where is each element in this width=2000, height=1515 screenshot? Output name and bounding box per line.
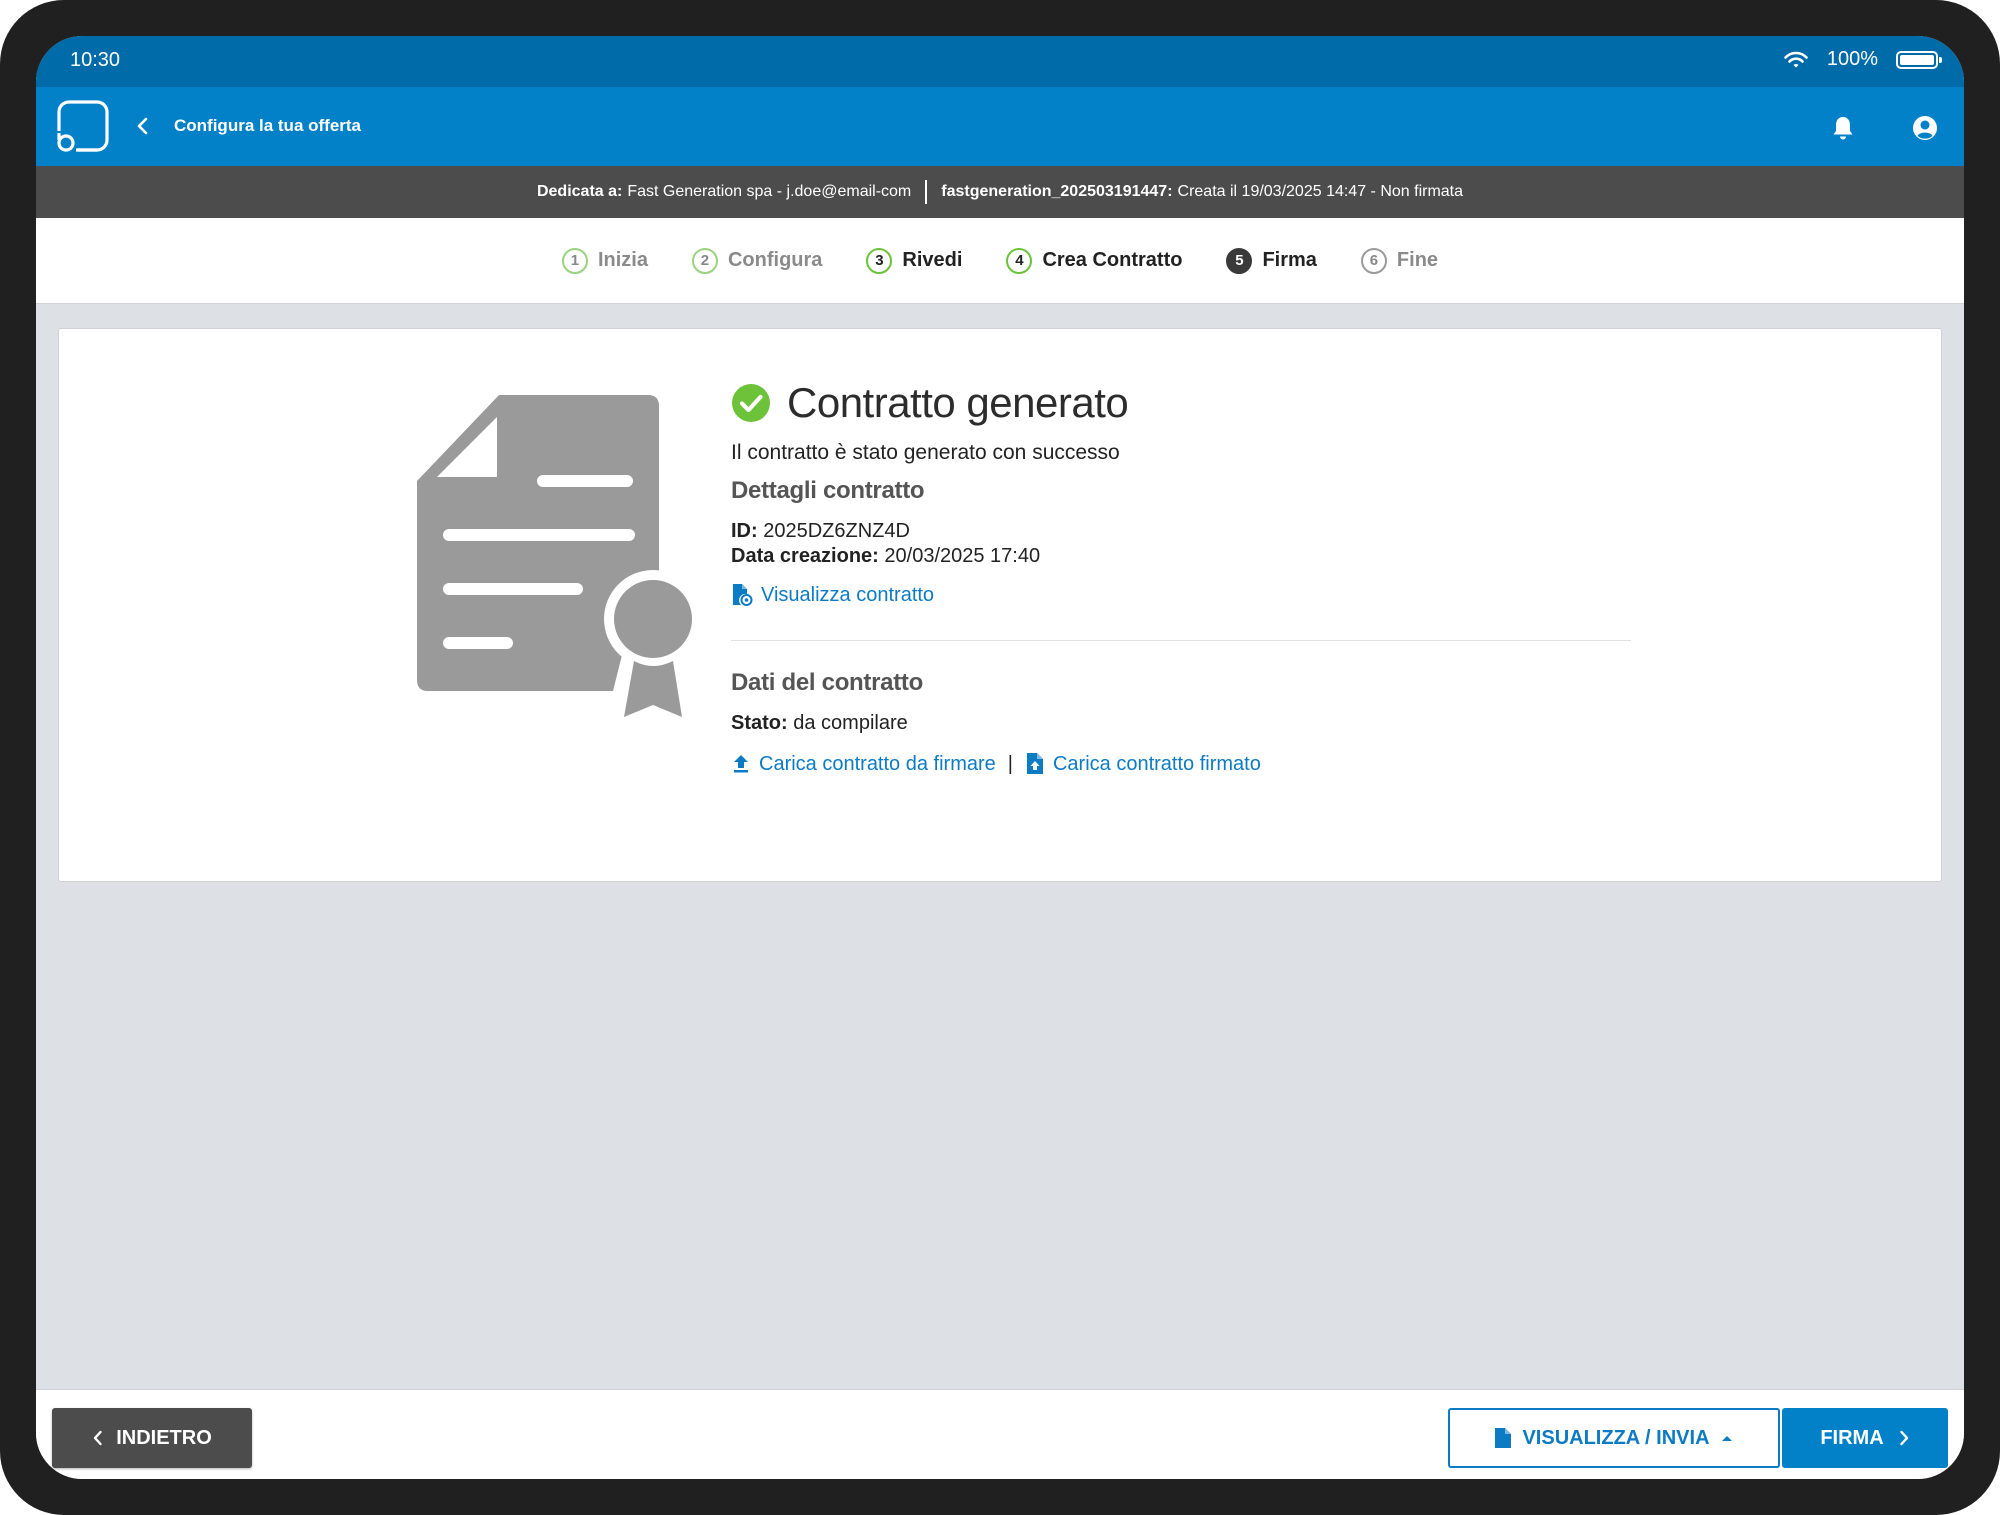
offer-id: fastgeneration_202503191447: — [941, 183, 1173, 200]
view-send-label: VISUALIZZA / INVIA — [1522, 1426, 1710, 1449]
wifi-icon — [1784, 51, 1808, 67]
dedicated-label: Dedicata a: — [536, 183, 623, 200]
footer-bar: INDIETRO VISUALIZZA / INVIA FIRMA — [36, 1389, 1964, 1479]
status-row: Stato: da compilare — [731, 711, 1651, 736]
chevron-left-icon — [94, 1430, 102, 1446]
sign-button[interactable]: FIRMA — [1782, 1408, 1948, 1468]
id-label: ID: — [731, 520, 758, 542]
status-indicators: 100% — [1783, 48, 1942, 71]
contract-card: Contratto generato Il contratto è stato … — [58, 328, 1942, 882]
contract-certificate-icon — [417, 395, 702, 717]
document-view-icon — [733, 584, 753, 606]
caret-up-icon — [1721, 1436, 1732, 1441]
success-check-icon — [732, 384, 770, 422]
contract-content: Contratto generato Il contratto è stato … — [731, 379, 1651, 776]
back-button-label: INDIETRO — [116, 1426, 212, 1449]
back-chevron-icon[interactable] — [128, 111, 158, 141]
title-row: Contratto generato — [731, 379, 1651, 427]
step-firma[interactable]: 5 Firma — [1226, 247, 1317, 274]
sign-button-label: FIRMA — [1820, 1426, 1884, 1449]
id-value: 2025DZ6ZNZ4D — [763, 520, 910, 542]
upload-icon — [734, 755, 748, 773]
step-number: 6 — [1360, 247, 1387, 274]
battery-icon — [1896, 50, 1942, 69]
step-label: Configura — [727, 249, 823, 271]
step-label: Crea Contratto — [1042, 249, 1183, 271]
upload-signed-link[interactable]: Carica contratto firmato — [1025, 752, 1261, 776]
upload-to-sign-link[interactable]: Carica contratto da firmare — [731, 753, 996, 776]
date-label: Data creazione: — [731, 545, 879, 567]
links-separator: | — [1007, 752, 1013, 775]
offer-info-bar: Dedicata a: Fast Generation spa - j.doe@… — [36, 166, 1964, 218]
app-header: Configura la tua offerta — [36, 87, 1964, 166]
status-value: da compilare — [793, 712, 908, 734]
chevron-right-icon — [1899, 1430, 1908, 1446]
info-separator — [925, 180, 928, 204]
back-button[interactable]: INDIETRO — [52, 1408, 252, 1468]
contract-data-heading: Dati del contratto — [731, 669, 923, 696]
step-number: 5 — [1226, 247, 1253, 274]
view-contract-link[interactable]: Visualizza contratto — [731, 583, 934, 607]
date-value: 20/03/2025 17:40 — [884, 545, 1041, 567]
dedicated-value: Fast Generation spa - j.doe@email-com — [627, 183, 912, 200]
step-label: Inizia — [597, 249, 648, 271]
bell-icon[interactable] — [1828, 113, 1858, 143]
step-label: Rivedi — [902, 249, 963, 271]
view-send-button[interactable]: VISUALIZZA / INVIA — [1448, 1408, 1780, 1468]
contract-details: ID: 2025DZ6ZNZ4D Data creazione: 20/03/2… — [731, 519, 1651, 569]
step-label: Firma — [1262, 249, 1317, 271]
step-number: 1 — [561, 247, 588, 274]
upload-links: Carica contratto da firmare | Carica con… — [731, 752, 1651, 776]
tablet-frame: 10:30 100% Configura la tua offerta Dedi… — [0, 0, 2000, 1515]
details-heading: Dettagli contratto — [731, 477, 925, 504]
step-rivedi[interactable]: 3 Rivedi — [866, 247, 963, 274]
status-time: 10:30 — [70, 49, 121, 71]
progress-stepper: 1 Inizia 2 Configura 3 Rivedi 4 Crea Con… — [36, 218, 1964, 304]
step-number: 2 — [691, 247, 718, 274]
upload-to-sign-label: Carica contratto da firmare — [759, 752, 996, 775]
step-inizia[interactable]: 1 Inizia — [561, 247, 648, 274]
page-title: Configura la tua offerta — [174, 116, 362, 135]
battery-percent: 100% — [1826, 48, 1878, 70]
success-message: Il contratto è stato generato con succes… — [731, 441, 1120, 464]
user-account-icon[interactable] — [1910, 113, 1940, 143]
document-upload-icon — [1026, 753, 1043, 774]
document-icon — [1495, 1428, 1512, 1448]
step-configura[interactable]: 2 Configura — [691, 247, 823, 274]
step-fine[interactable]: 6 Fine — [1360, 247, 1439, 274]
contract-title: Contratto generato — [787, 379, 1129, 426]
app-logo-icon[interactable] — [56, 99, 110, 153]
contract-id-row: ID: 2025DZ6ZNZ4D — [731, 519, 1651, 544]
upload-signed-label: Carica contratto firmato — [1052, 752, 1261, 775]
screen: 10:30 100% Configura la tua offerta Dedi… — [36, 36, 1964, 1479]
step-number: 4 — [1006, 247, 1033, 274]
section-divider — [731, 640, 1631, 641]
step-label: Fine — [1396, 249, 1439, 271]
view-contract-label: Visualizza contratto — [761, 583, 935, 606]
step-number: 3 — [866, 247, 893, 274]
status-label: Stato: — [731, 712, 788, 734]
creation-date-row: Data creazione: 20/03/2025 17:40 — [731, 544, 1651, 569]
offer-status: Creata il 19/03/2025 14:47 - Non firmata — [1177, 183, 1464, 200]
step-crea-contratto[interactable]: 4 Crea Contratto — [1006, 247, 1183, 274]
view-link-row: Visualizza contratto — [731, 583, 1651, 612]
status-bar: 10:30 100% — [36, 36, 1964, 87]
